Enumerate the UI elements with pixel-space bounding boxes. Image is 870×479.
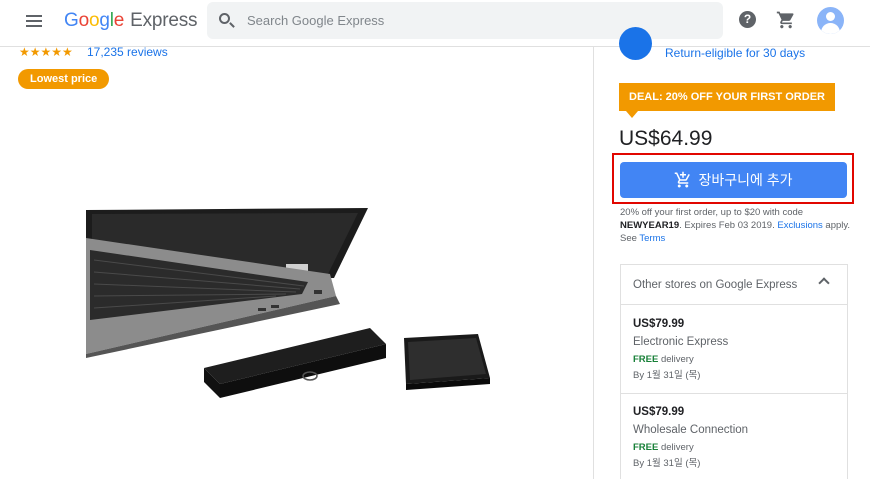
column-divider [593,46,594,479]
exclusions-link[interactable]: Exclusions [777,220,822,231]
store-eta: By 1월 31일 (목) [633,370,701,381]
deal-badge-tail [626,111,638,118]
other-stores-title: Other stores on Google Express [633,279,798,291]
store-price: US$79.99 [633,406,685,418]
page: GoogleExpress ? ★★★★★ 17,235 reviews Low… [0,0,870,479]
lowest-price-badge: Lowest price [18,69,110,89]
store-delivery: FREE delivery [633,442,694,453]
delivery-label: delivery [660,442,694,453]
help-icon[interactable]: ? [739,11,756,28]
store-delivery: FREE delivery [633,354,694,365]
logo-letter: e [113,10,125,31]
price: US$64.99 [619,127,713,150]
promo-see: See [620,233,637,244]
other-stores-panel: Other stores on Google Express US$79.99 … [620,264,848,479]
search-icon[interactable] [219,12,235,29]
logo-suffix: Express [130,10,198,31]
delivery-label: delivery [660,354,694,365]
rating-stars: ★★★★★ [19,45,73,59]
promo-expires: . Expires Feb 03 2019. [679,220,775,231]
store-name: Wholesale Connection [633,424,749,436]
reviews-link[interactable]: 17,235 reviews [87,45,168,59]
terms-link[interactable]: Terms [639,233,665,244]
promo-apply: apply. [825,220,851,231]
logo-letter: g [99,10,110,31]
free-label: FREE [633,354,659,365]
cart-icon[interactable] [776,10,796,30]
promo-code: NEWYEAR19 [620,220,680,231]
logo-letter: o [88,10,100,31]
logo-letter: G [64,10,79,31]
add-to-cart-icon [675,171,691,188]
chevron-up-icon[interactable] [818,277,830,289]
other-stores-header[interactable]: Other stores on Google Express [621,265,847,305]
seller-logo [619,27,652,60]
deal-badge: DEAL: 20% OFF YOUR FIRST ORDER [619,83,835,111]
add-to-cart-button[interactable]: 장바구니에 추가 [620,162,847,198]
store-item[interactable]: US$79.99 Wholesale Connection FREE deliv… [621,394,847,479]
logo[interactable]: Google Express [64,10,198,32]
top-bar: GoogleExpress ? [0,0,870,42]
product-image [86,208,490,398]
free-label: FREE [633,442,659,453]
add-to-cart-label: 장바구니에 추가 [698,172,793,188]
store-item[interactable]: US$79.99 Electronic Express FREE deliver… [621,306,847,394]
store-name: Electronic Express [633,336,729,348]
promo-line: 20% off your first order, up to $20 with… [620,207,804,218]
store-price: US$79.99 [633,318,685,330]
promo-text: 20% off your first order, up to $20 with… [620,206,852,245]
store-eta: By 1월 31일 (목) [633,458,701,469]
search-input[interactable] [247,13,647,28]
menu-icon[interactable] [24,12,44,30]
avatar[interactable] [817,7,844,34]
logo-letter: o [78,10,90,31]
return-policy-link[interactable]: Return-eligible for 30 days [665,46,805,60]
